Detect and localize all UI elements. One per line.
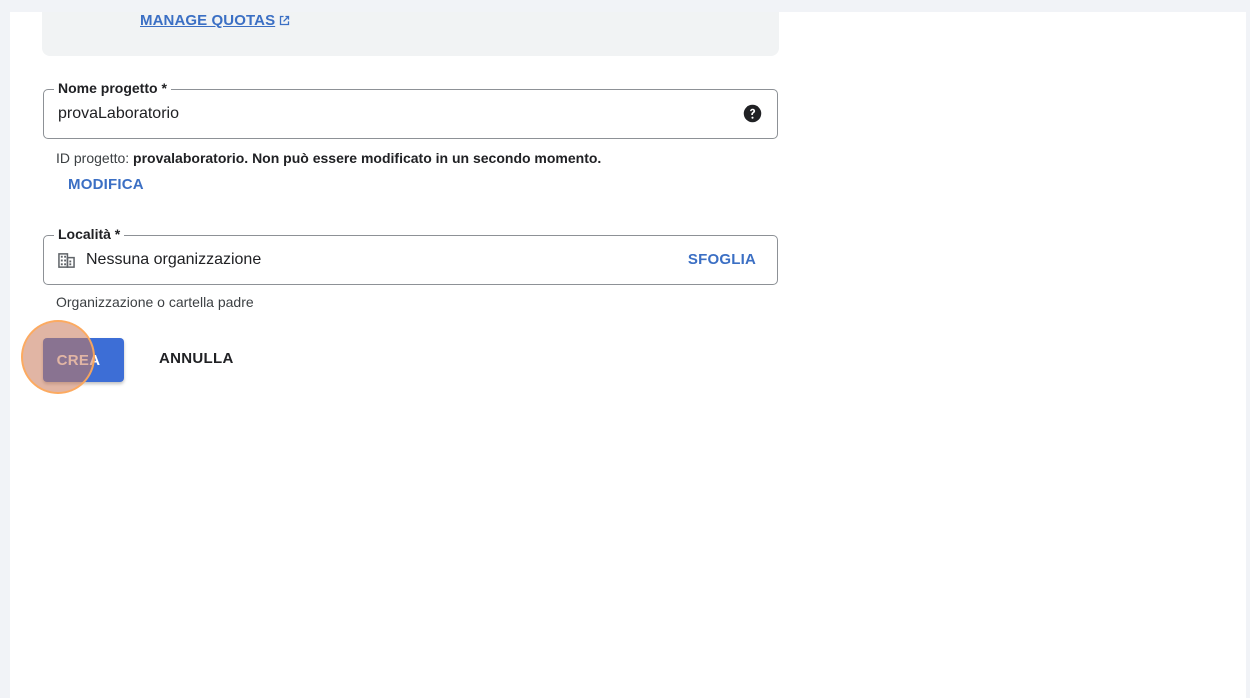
create-button[interactable]: CREA	[43, 338, 124, 382]
project-name-label: Nome progetto *	[54, 79, 171, 97]
location-label: Località *	[54, 225, 125, 243]
project-id-helper: ID progetto: provalaboratorio. Non può e…	[56, 149, 601, 167]
project-name-input[interactable]: provaLaboratorio	[58, 104, 179, 124]
help-circle-icon[interactable]	[742, 103, 763, 124]
browse-button[interactable]: SFOGLIA	[688, 250, 756, 270]
project-id-text: provalaboratorio. Non può essere modific…	[133, 150, 602, 166]
create-project-form: MANAGE QUOTAS Nome progetto * provaLabor…	[10, 12, 1246, 698]
manage-quotas-label: MANAGE QUOTAS	[140, 12, 276, 29]
project-id-prefix: ID progetto:	[56, 150, 134, 166]
location-field[interactable]: Località * Nessuna organizzazione SFOGLI…	[43, 225, 778, 285]
building-icon	[58, 253, 75, 268]
edit-project-id-button[interactable]: MODIFICA	[68, 175, 144, 195]
cancel-button[interactable]: ANNULLA	[159, 349, 234, 369]
external-link-icon	[280, 15, 290, 26]
quota-info-box: MANAGE QUOTAS	[42, 12, 779, 56]
location-value: Nessuna organizzazione	[86, 251, 262, 268]
location-helper: Organizzazione o cartella padre	[56, 294, 254, 310]
project-name-field[interactable]: Nome progetto * provaLaboratorio	[43, 79, 778, 139]
manage-quotas-link[interactable]: MANAGE QUOTAS	[140, 12, 291, 29]
